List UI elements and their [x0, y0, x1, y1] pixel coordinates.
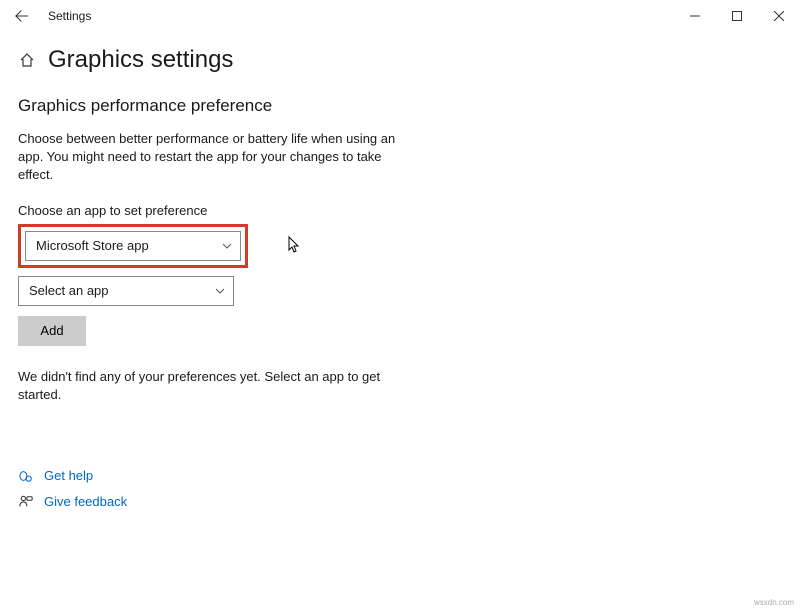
page-header: Graphics settings	[0, 32, 800, 86]
section-heading: Graphics performance preference	[18, 96, 402, 116]
give-feedback-link[interactable]: Give feedback	[18, 494, 402, 510]
home-icon	[19, 52, 35, 68]
app-name: Settings	[48, 9, 91, 23]
back-button[interactable]	[10, 4, 34, 28]
app-type-dropdown[interactable]: Microsoft Store app	[25, 231, 241, 261]
arrow-left-icon	[15, 9, 29, 23]
window-controls	[674, 1, 800, 31]
home-button[interactable]	[18, 51, 36, 69]
minimize-button[interactable]	[674, 1, 716, 31]
help-icon	[18, 468, 34, 484]
close-icon	[774, 11, 784, 21]
app-type-value: Microsoft Store app	[36, 238, 149, 253]
titlebar: Settings	[0, 0, 800, 32]
close-button[interactable]	[758, 1, 800, 31]
maximize-button[interactable]	[716, 1, 758, 31]
section-description: Choose between better performance or bat…	[18, 130, 402, 185]
maximize-icon	[732, 11, 742, 21]
watermark: wsxdn.com	[754, 598, 794, 607]
highlight-annotation: Microsoft Store app	[18, 224, 248, 268]
help-links: Get help Give feedback	[18, 468, 402, 510]
select-app-value: Select an app	[29, 283, 109, 298]
select-app-dropdown[interactable]: Select an app	[18, 276, 234, 306]
minimize-icon	[690, 11, 700, 21]
status-message: We didn't find any of your preferences y…	[18, 368, 402, 404]
choose-app-label: Choose an app to set preference	[18, 203, 402, 218]
content-area: Graphics performance preference Choose b…	[0, 86, 420, 510]
chevron-down-icon	[222, 243, 232, 249]
feedback-icon	[18, 494, 34, 510]
get-help-link[interactable]: Get help	[18, 468, 402, 484]
give-feedback-label: Give feedback	[44, 494, 127, 509]
add-button[interactable]: Add	[18, 316, 86, 346]
chevron-down-icon	[215, 288, 225, 294]
get-help-label: Get help	[44, 468, 93, 483]
page-title: Graphics settings	[48, 46, 233, 74]
